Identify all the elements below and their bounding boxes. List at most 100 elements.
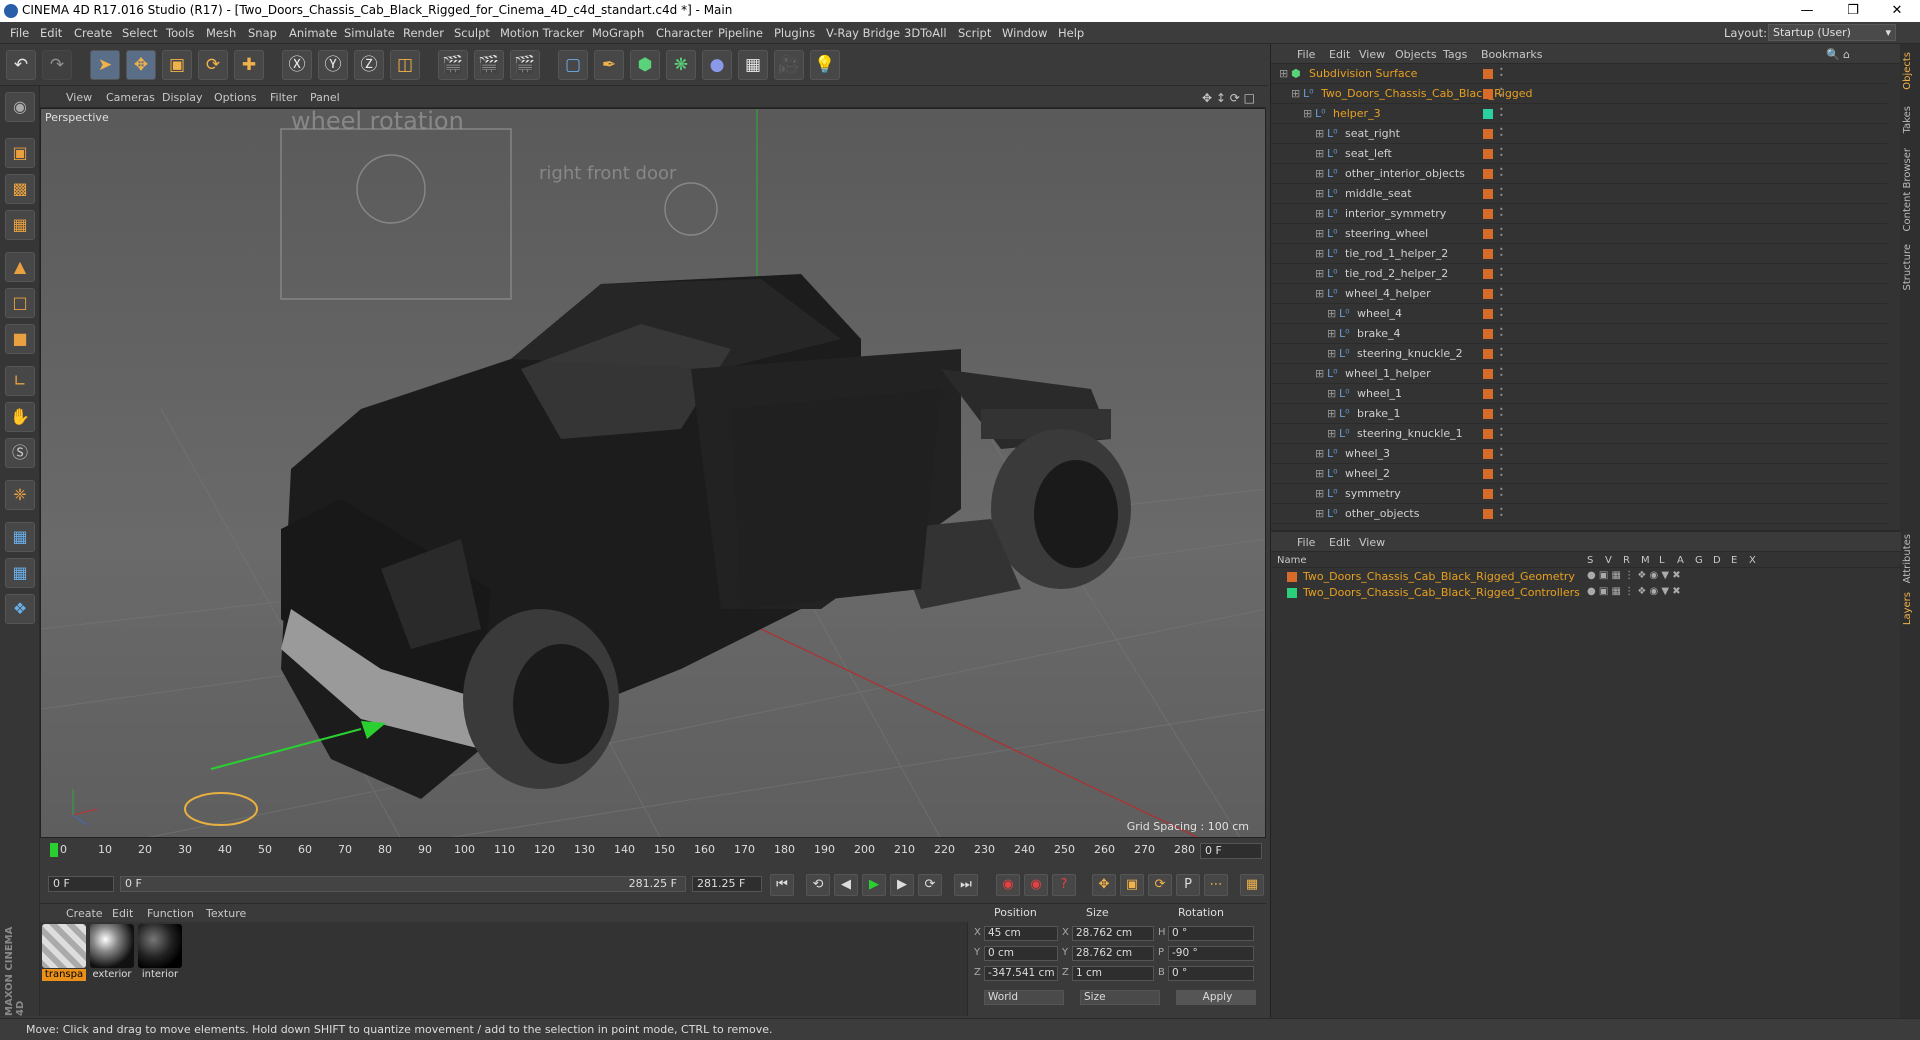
workplane-mode-icon[interactable]: ▦ <box>5 210 35 240</box>
record-point-level-icon[interactable]: ⋯ <box>1204 874 1228 896</box>
expand-icon[interactable]: ⊞ <box>1327 347 1336 360</box>
expand-icon[interactable]: ⊞ <box>1315 167 1324 180</box>
object-menu-file[interactable]: File <box>1297 48 1315 61</box>
object-row[interactable]: ⊞ L⁰ steering_wheel • • <box>1271 224 1887 244</box>
y-axis-lock-icon[interactable]: Ⓨ <box>318 50 348 80</box>
object-row[interactable]: ⊞ L⁰ tie_rod_1_helper_2 • • <box>1271 244 1887 264</box>
home-icon[interactable]: ⌂ <box>1843 48 1850 61</box>
object-row[interactable]: ⊞ L⁰ other_objects • • <box>1271 504 1887 524</box>
end-frame-field[interactable]: 281.25 F <box>692 876 762 892</box>
visibility-dots-icon[interactable]: • • <box>1499 426 1505 440</box>
visibility-dots-icon[interactable]: • • <box>1499 346 1505 360</box>
expand-icon[interactable]: ⊞ <box>1327 387 1336 400</box>
visibility-dots-icon[interactable]: • • <box>1499 86 1505 100</box>
world-coordinates-icon[interactable]: ◫ <box>390 50 420 80</box>
side-tab-content-browser[interactable]: Content Browser <box>1902 148 1918 231</box>
step-forward-icon[interactable]: ▶ <box>890 874 914 896</box>
undo-icon[interactable]: ↶ <box>6 50 36 80</box>
menu-tools[interactable]: Tools <box>166 26 194 40</box>
magnet-icon[interactable]: ❈ <box>5 480 35 510</box>
side-tab-layers[interactable]: Layers <box>1902 592 1918 625</box>
expand-icon[interactable]: ⊞ <box>1315 127 1324 140</box>
lock-workplane-icon[interactable]: ▦ <box>5 558 35 588</box>
object-row[interactable]: ⊞ L⁰ wheel_3 • • <box>1271 444 1887 464</box>
layer-menu-file[interactable]: File <box>1297 536 1315 549</box>
timeline-ruler[interactable]: 0 10 20 30 40 50 60 70 80 90 100 110 120… <box>40 838 1266 864</box>
object-row[interactable]: ⊞ L⁰ steering_knuckle_2 • • <box>1271 344 1887 364</box>
viewport-menu-display[interactable]: Display <box>162 91 203 104</box>
layer-color-tag[interactable] <box>1483 189 1493 199</box>
layer-menu-edit[interactable]: Edit <box>1329 536 1350 549</box>
visibility-dots-icon[interactable]: • • <box>1499 266 1505 280</box>
expand-icon[interactable]: ⊞ <box>1315 227 1324 240</box>
layer-color-tag[interactable] <box>1483 409 1493 419</box>
transform-tool-icon[interactable]: ✚ <box>234 50 264 80</box>
autokeying-icon[interactable]: ◉ <box>1024 874 1048 896</box>
object-row[interactable]: ⊞ L⁰ wheel_2 • • <box>1271 464 1887 484</box>
rotation-p-field[interactable]: -90 ° <box>1168 946 1254 961</box>
layer-color-tag[interactable] <box>1483 129 1493 139</box>
python-icon[interactable]: ❖ <box>5 594 35 624</box>
menu-window[interactable]: Window <box>1002 26 1047 40</box>
visibility-dots-icon[interactable]: • • <box>1499 486 1505 500</box>
tweak-mode-icon[interactable]: ✋ <box>5 402 35 432</box>
points-mode-icon[interactable]: ▲ <box>5 252 35 282</box>
expand-icon[interactable]: ⊞ <box>1315 287 1324 300</box>
visibility-dots-icon[interactable]: • • <box>1499 126 1505 140</box>
position-y-field[interactable]: 0 cm <box>984 946 1058 961</box>
expand-icon[interactable]: ⊞ <box>1315 247 1324 260</box>
object-row[interactable]: ⊞ L⁰ middle_seat • • <box>1271 184 1887 204</box>
rotate-tool-icon[interactable]: ⟳ <box>198 50 228 80</box>
go-to-end-icon[interactable]: ⏭ <box>954 874 978 896</box>
expand-icon[interactable]: ⊞ <box>1279 67 1288 80</box>
visibility-dots-icon[interactable]: • • <box>1499 386 1505 400</box>
make-editable-icon[interactable]: ◉ <box>5 92 35 122</box>
visibility-dots-icon[interactable]: • • <box>1499 406 1505 420</box>
layer-color-tag[interactable] <box>1483 289 1493 299</box>
visibility-dots-icon[interactable]: • • <box>1499 466 1505 480</box>
expand-icon[interactable]: ⊞ <box>1303 107 1312 120</box>
expand-icon[interactable]: ⊞ <box>1315 467 1324 480</box>
menu-mesh[interactable]: Mesh <box>206 26 236 40</box>
expand-icon[interactable]: ⊞ <box>1327 407 1336 420</box>
object-row[interactable]: ⊞ L⁰ brake_1 • • <box>1271 404 1887 424</box>
light-icon[interactable]: 💡 <box>810 50 840 80</box>
object-row[interactable]: ⊞ L⁰ steering_knuckle_1 • • <box>1271 424 1887 444</box>
spline-pen-icon[interactable]: ✒ <box>594 50 624 80</box>
record-parameter-icon[interactable]: P <box>1176 874 1200 896</box>
side-tab-structure[interactable]: Structure <box>1902 244 1918 291</box>
viewport-menu-options[interactable]: Options <box>214 91 256 104</box>
object-row[interactable]: ⊞ L⁰ brake_4 • • <box>1271 324 1887 344</box>
expand-icon[interactable]: ⊞ <box>1315 487 1324 500</box>
search-icon[interactable]: 🔍 <box>1826 48 1840 61</box>
go-to-previous-key-icon[interactable]: ⟲ <box>806 874 830 896</box>
menu-script[interactable]: Script <box>958 26 991 40</box>
viewport-menu-filter[interactable]: Filter <box>270 91 297 104</box>
layer-color-tag[interactable] <box>1483 509 1493 519</box>
layer-color-tag[interactable] <box>1483 89 1493 99</box>
layer-color-tag[interactable] <box>1483 269 1493 279</box>
expand-icon[interactable]: ⊞ <box>1327 427 1336 440</box>
layer-color-tag[interactable] <box>1483 249 1493 259</box>
layer-color-tag[interactable] <box>1483 109 1493 119</box>
menu-vray-bridge[interactable]: V-Ray Bridge <box>826 26 900 40</box>
visibility-dots-icon[interactable]: • • <box>1499 66 1505 80</box>
start-frame-field[interactable]: 0 F <box>48 876 114 892</box>
object-menu-edit[interactable]: Edit <box>1329 48 1350 61</box>
go-to-next-key-icon[interactable]: ⟳ <box>918 874 942 896</box>
menu-edit[interactable]: Edit <box>40 26 62 40</box>
viewport-perspective[interactable]: wheel rotation right front door Perspect… <box>40 108 1266 838</box>
object-row[interactable]: ⊞ L⁰ symmetry • • <box>1271 484 1887 504</box>
object-row[interactable]: ⊞ ⬢ Subdivision Surface • • <box>1271 64 1887 84</box>
redo-icon[interactable]: ↷ <box>42 50 72 80</box>
viewport-menu-panel[interactable]: Panel <box>310 91 340 104</box>
record-position-icon[interactable]: ✥ <box>1092 874 1116 896</box>
floor-icon[interactable]: ▦ <box>738 50 768 80</box>
menu-plugins[interactable]: Plugins <box>774 26 815 40</box>
deformer-icon[interactable]: ● <box>702 50 732 80</box>
menu-render[interactable]: Render <box>403 26 444 40</box>
render-picture-viewer-icon[interactable]: 🎬 <box>474 50 504 80</box>
menu-file[interactable]: File <box>10 26 29 40</box>
side-tab-takes[interactable]: Takes <box>1902 106 1918 133</box>
object-row[interactable]: ⊞ L⁰ seat_left • • <box>1271 144 1887 164</box>
